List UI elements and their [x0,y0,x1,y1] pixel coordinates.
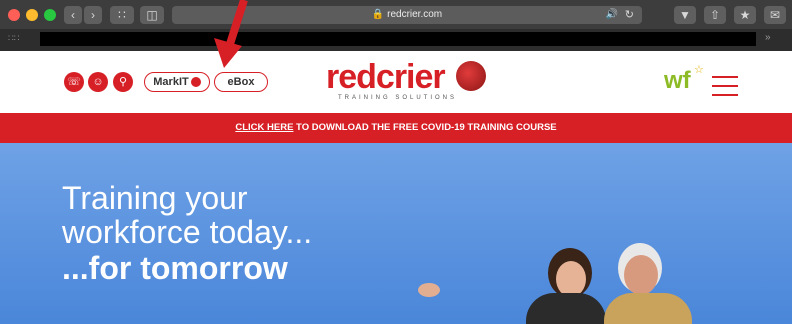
ebox-label: eBox [227,76,255,88]
site-header: ☏ ☺ ⚲ MarkIT eBox redcrier TRAINING SOLU… [0,51,792,113]
maximize-window-button[interactable] [44,9,56,21]
menu-line [712,85,738,87]
close-window-button[interactable] [8,9,20,21]
grid-icon: ∷ [118,8,126,22]
menu-line [712,76,738,78]
hero-section: Training your workforce today... ...for … [0,143,792,324]
covid-banner: CLICK HERE TO DOWNLOAD THE FREE COVID-19… [0,113,792,143]
click-here-link[interactable]: CLICK HERE [235,122,293,133]
minimize-window-button[interactable] [26,9,38,21]
ebox-button[interactable]: eBox [214,72,268,92]
puzzle-icon [456,61,486,91]
wf-logo[interactable]: wf [664,67,691,95]
man-jacket [604,293,692,324]
share-icon: ⇧ [709,8,721,22]
contact-icon[interactable]: ☺ [88,72,108,92]
menu-line [712,94,738,96]
hero-headline-line-3: ...for tomorrow [62,250,288,286]
chevron-right-icon: › [91,8,95,22]
forward-button[interactable]: › [84,6,102,24]
chevron-right-icon[interactable]: » [765,32,771,43]
sidebar-icon: ◫ [146,8,158,22]
bookmarks-field [40,32,756,46]
sidebar-button[interactable]: ◫ [140,6,164,24]
mail-button[interactable]: ✉ [764,6,786,24]
woman-hand [418,283,440,297]
download-icon: ▼ [679,8,691,22]
phone-icon[interactable]: ☏ [64,72,84,92]
hero-headline-line-1: Training your [62,180,248,216]
url-text: redcrier.com [387,9,443,20]
download-button[interactable]: ▼ [674,6,696,24]
grid-icon[interactable]: ∷∷ [8,33,19,44]
back-button[interactable]: ‹ [64,6,82,24]
logo-tagline: TRAINING SOLUTIONS [338,95,458,101]
man-face [624,255,658,295]
logo-wordmark: redcrier [326,58,446,96]
search-icon[interactable]: ⚲ [113,72,133,92]
browser-toolbar: ‹ › ∷ ◫ 🔒 redcrier.com 🔊 ↻ ▼ ⇧ ★ ✉ [0,0,792,29]
share-button[interactable]: ⇧ [704,6,726,24]
woman-scarf [526,293,606,324]
reload-icon[interactable]: ↻ [625,6,634,24]
annotation-arrow-icon [214,0,248,68]
star-icon: ★ [739,8,751,22]
markit-label: MarkIT [153,76,189,88]
woman-face [556,261,586,297]
hero-headline-line-2: workforce today... [62,214,313,250]
lock-icon: 🔒 [371,9,385,20]
star-icon: ☆ [694,64,704,76]
hamburger-menu-button[interactable] [712,76,738,103]
top-sites-button[interactable]: ∷ [110,6,134,24]
bookmark-button[interactable]: ★ [734,6,756,24]
chevron-left-icon: ‹ [71,8,75,22]
mail-icon: ✉ [769,8,781,22]
bookmarks-bar: ∷∷ » [0,29,792,51]
banner-text: TO DOWNLOAD THE FREE COVID-19 TRAINING C… [293,122,557,133]
speaker-icon[interactable]: 🔊 [606,6,618,24]
redcrier-logo[interactable]: redcrier TRAINING SOLUTIONS [326,57,486,107]
markit-button[interactable]: MarkIT [144,72,210,92]
markit-badge-icon [190,77,201,88]
